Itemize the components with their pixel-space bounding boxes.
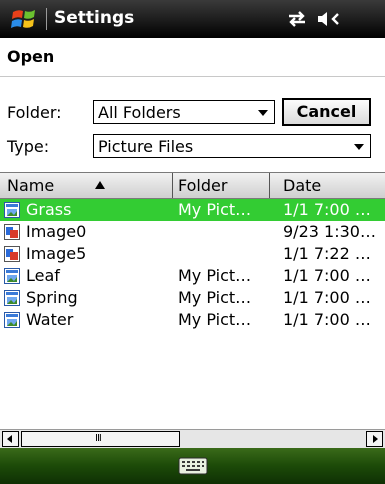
file-name: Image5 — [26, 244, 87, 263]
column-divider[interactable] — [269, 173, 270, 198]
file-date: 1/1 7:00 … — [283, 266, 371, 285]
file-name: Leaf — [26, 266, 60, 285]
folder-dropdown[interactable]: All Folders — [93, 100, 275, 124]
file-name: Water — [26, 310, 74, 329]
file-folder: My Pict… — [178, 266, 252, 285]
file-list: Grass My Pict… 1/1 7:00 … Image0 9/23 1:30… I… — [0, 199, 385, 331]
type-label: Type: — [7, 137, 50, 156]
cancel-button[interactable]: Cancel — [282, 98, 371, 126]
dialog-caption-bar: Open — [0, 38, 385, 77]
picture-file-icon — [4, 268, 20, 284]
type-dropdown-value: Picture Files — [98, 137, 194, 156]
softkey-bar — [0, 448, 385, 484]
list-item[interactable]: Leaf My Pict… 1/1 7:00 … — [0, 265, 385, 287]
column-header-date[interactable]: Date — [283, 173, 321, 198]
dialog-title: Open — [7, 47, 55, 66]
folder-dropdown-value: All Folders — [98, 103, 181, 122]
picture-file-icon — [4, 202, 20, 218]
chevron-down-icon — [258, 110, 268, 116]
column-header-name[interactable]: Name — [7, 173, 54, 198]
file-name: Grass — [26, 200, 72, 219]
list-item[interactable]: Grass My Pict… 1/1 7:00 … — [0, 199, 385, 221]
scroll-left-button[interactable] — [2, 431, 19, 447]
file-date: 1/1 7:22 … — [283, 244, 371, 263]
image-file-icon — [4, 246, 20, 262]
keyboard-icon[interactable] — [178, 456, 208, 476]
file-date: 1/1 7:00 … — [283, 310, 371, 329]
chevron-down-icon — [354, 144, 364, 150]
list-item[interactable]: Image5 1/1 7:22 … — [0, 243, 385, 265]
list-header: Name Folder Date — [0, 172, 385, 199]
windows-start-icon[interactable] — [10, 5, 38, 33]
app-title: Settings — [54, 8, 135, 28]
title-bar: Settings — [0, 0, 385, 38]
sort-ascending-icon — [95, 181, 105, 189]
list-item[interactable]: Image0 9/23 1:30… — [0, 221, 385, 243]
file-date: 1/1 7:00 … — [283, 200, 371, 219]
horizontal-scrollbar[interactable]: III — [0, 429, 385, 448]
scroll-grip: III — [95, 433, 102, 444]
file-folder: My Pict… — [178, 288, 252, 307]
file-name: Spring — [26, 288, 78, 307]
connectivity-icon[interactable] — [286, 9, 308, 29]
file-folder: My Pict… — [178, 200, 252, 219]
picture-file-icon — [4, 290, 20, 306]
column-header-folder[interactable]: Folder — [178, 173, 227, 198]
file-date: 9/23 1:30… — [283, 222, 376, 241]
file-folder: My Pict… — [178, 310, 252, 329]
picture-file-icon — [4, 312, 20, 328]
column-divider[interactable] — [172, 173, 173, 198]
scroll-right-button[interactable] — [366, 431, 383, 447]
list-item[interactable]: Spring My Pict… 1/1 7:00 … — [0, 287, 385, 309]
list-item[interactable]: Water My Pict… 1/1 7:00 … — [0, 309, 385, 331]
file-date: 1/1 7:00 … — [283, 288, 371, 307]
folder-label: Folder: — [7, 103, 62, 122]
title-separator — [46, 8, 47, 30]
image-file-icon — [4, 224, 20, 240]
scroll-thumb[interactable]: III — [21, 431, 180, 447]
type-dropdown[interactable]: Picture Files — [93, 134, 371, 158]
file-name: Image0 — [26, 222, 87, 241]
volume-icon[interactable] — [316, 9, 342, 29]
open-dialog-screen: Settings Open Folder: All Folders Cancel… — [0, 0, 385, 484]
